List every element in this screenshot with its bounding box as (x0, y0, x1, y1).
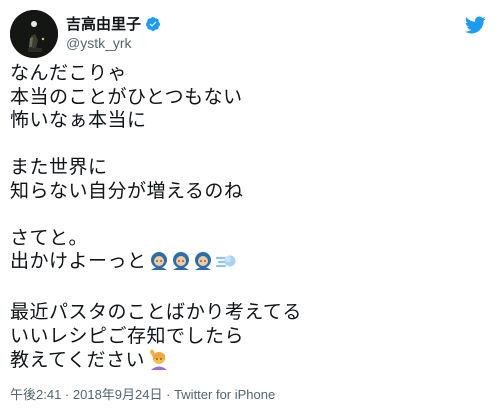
tweet-text: なんだこりゃ 本当のことがひとつもない 怖いなぁ本当に また世界に 知らない自分… (10, 62, 490, 400)
meta-separator: · (162, 387, 175, 402)
tweet-paragraph: なんだこりゃ 本当のことがひとつもない 怖いなぁ本当に (10, 62, 490, 133)
tweet-line-with-emoji: 教えてください (10, 348, 490, 377)
tweet-card: 吉高由里子 @ystk_yrk なんだこりゃ 本当のことがひとつもない 怖いなぁ… (0, 0, 500, 408)
tweet-line: なんだこりゃ (10, 62, 128, 84)
verified-badge-icon (146, 17, 161, 31)
tweet-source[interactable]: Twitter for iPhone (174, 387, 275, 402)
woman-with-headscarf-icon (193, 251, 213, 278)
display-name[interactable]: 吉高由里子 (66, 15, 141, 33)
tweet-paragraph: 最近パスタのことばかり考えてる いいレシピご存知でしたら 教えてください (10, 301, 490, 377)
tweet-line: 知らない自分が増えるのね (10, 179, 244, 202)
twitter-logo-icon[interactable] (464, 14, 486, 36)
woman-with-headscarf-icon (149, 251, 169, 278)
tweet-line: 怖いなぁ本当に (10, 109, 147, 131)
tweet-line: いいレシピご存知でしたら (10, 324, 245, 347)
author-block: 吉高由里子 @ystk_yrk (66, 15, 161, 52)
meta-separator: · (61, 387, 73, 402)
tweet-line-with-emoji: 出かけよーっと (10, 250, 490, 278)
tweet-paragraph: また世界に 知らない自分が増えるのね (10, 156, 490, 203)
handle[interactable]: @ystk_yrk (66, 34, 161, 52)
tweet-time[interactable]: 午後2:41 (10, 387, 61, 402)
tweet-line-text: 教えてください (10, 349, 145, 371)
avatar[interactable] (10, 10, 58, 58)
raising-hand-icon (147, 348, 169, 377)
tweet-paragraph: さてと。 出かけよーっと (10, 227, 490, 278)
tweet-line: さてと。 (10, 226, 89, 249)
dash-icon (215, 251, 237, 278)
tweet-date[interactable]: 2018年9月24日 (73, 387, 163, 402)
tweet-meta: 午後2:41 · 2018年9月24日 · Twitter for iPhone (10, 384, 275, 403)
woman-with-headscarf-icon (171, 251, 191, 278)
tweet-line: また世界に (10, 156, 108, 178)
tweet-line: 最近パスタのことばかり考えてる (10, 301, 302, 323)
tweet-line: 本当のことがひとつもない (10, 85, 243, 108)
tweet-line-text: 出かけよーっと (10, 250, 147, 272)
